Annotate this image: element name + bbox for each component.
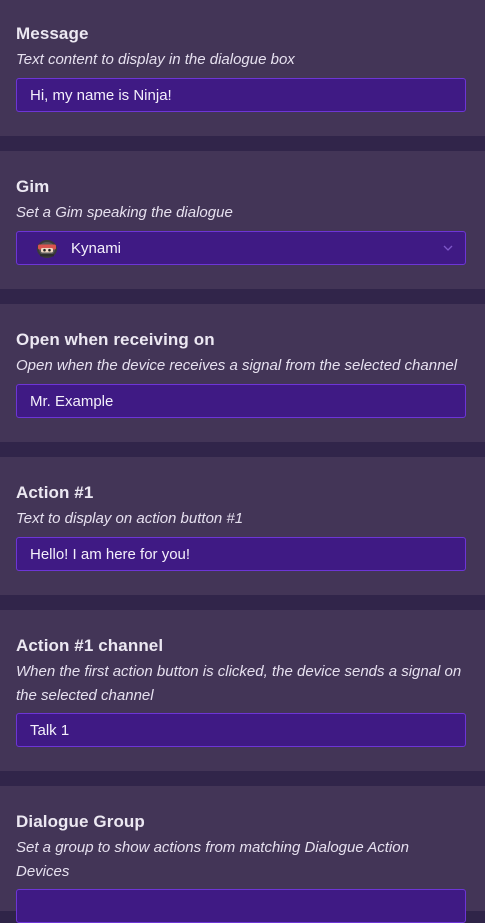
dialogue-group-setting: Dialogue Group Set a group to show actio… (0, 786, 485, 923)
section-divider (0, 595, 485, 610)
open-when-receiving-title: Open when receiving on (16, 330, 215, 349)
message-setting: Message Text content to display in the d… (0, 0, 485, 136)
action-1-title: Action #1 (16, 483, 94, 502)
open-when-receiving-setting: Open when receiving on Open when the dev… (0, 304, 485, 442)
gim-selected-value: Kynami (71, 239, 122, 257)
open-when-receiving-input[interactable]: Mr. Example (16, 384, 466, 418)
gim-title: Gim (16, 177, 50, 196)
ninja-gim-icon (37, 240, 57, 258)
section-divider (0, 771, 485, 786)
chevron-down-icon (443, 245, 453, 251)
gim-description: Set a Gim speaking the dialogue (16, 204, 233, 221)
action-1-channel-setting: Action #1 channel When the first action … (0, 610, 485, 771)
dialogue-group-input[interactable] (16, 889, 466, 923)
dialogue-group-title: Dialogue Group (16, 812, 145, 831)
action-1-channel-description: When the first action button is clicked,… (16, 663, 462, 704)
action-1-setting: Action #1 Text to display on action butt… (0, 457, 485, 595)
section-divider (0, 289, 485, 304)
message-description: Text content to display in the dialogue … (16, 51, 295, 68)
dialogue-group-description: Set a group to show actions from matchin… (16, 839, 409, 880)
action-1-channel-title: Action #1 channel (16, 636, 164, 655)
action-1-description: Text to display on action button #1 (16, 510, 244, 527)
action-1-channel-input[interactable]: Talk 1 (16, 713, 466, 747)
message-title: Message (16, 24, 89, 43)
action-1-input[interactable]: Hello! I am here for you! (16, 537, 466, 571)
gim-setting: Gim Set a Gim speaking the dialogue Kyna… (0, 151, 485, 289)
section-divider (0, 442, 485, 457)
message-input[interactable]: Hi, my name is Ninja! (16, 78, 466, 112)
section-divider (0, 136, 485, 151)
open-when-receiving-description: Open when the device receives a signal f… (16, 357, 458, 374)
gim-select[interactable]: Kynami (16, 231, 466, 265)
